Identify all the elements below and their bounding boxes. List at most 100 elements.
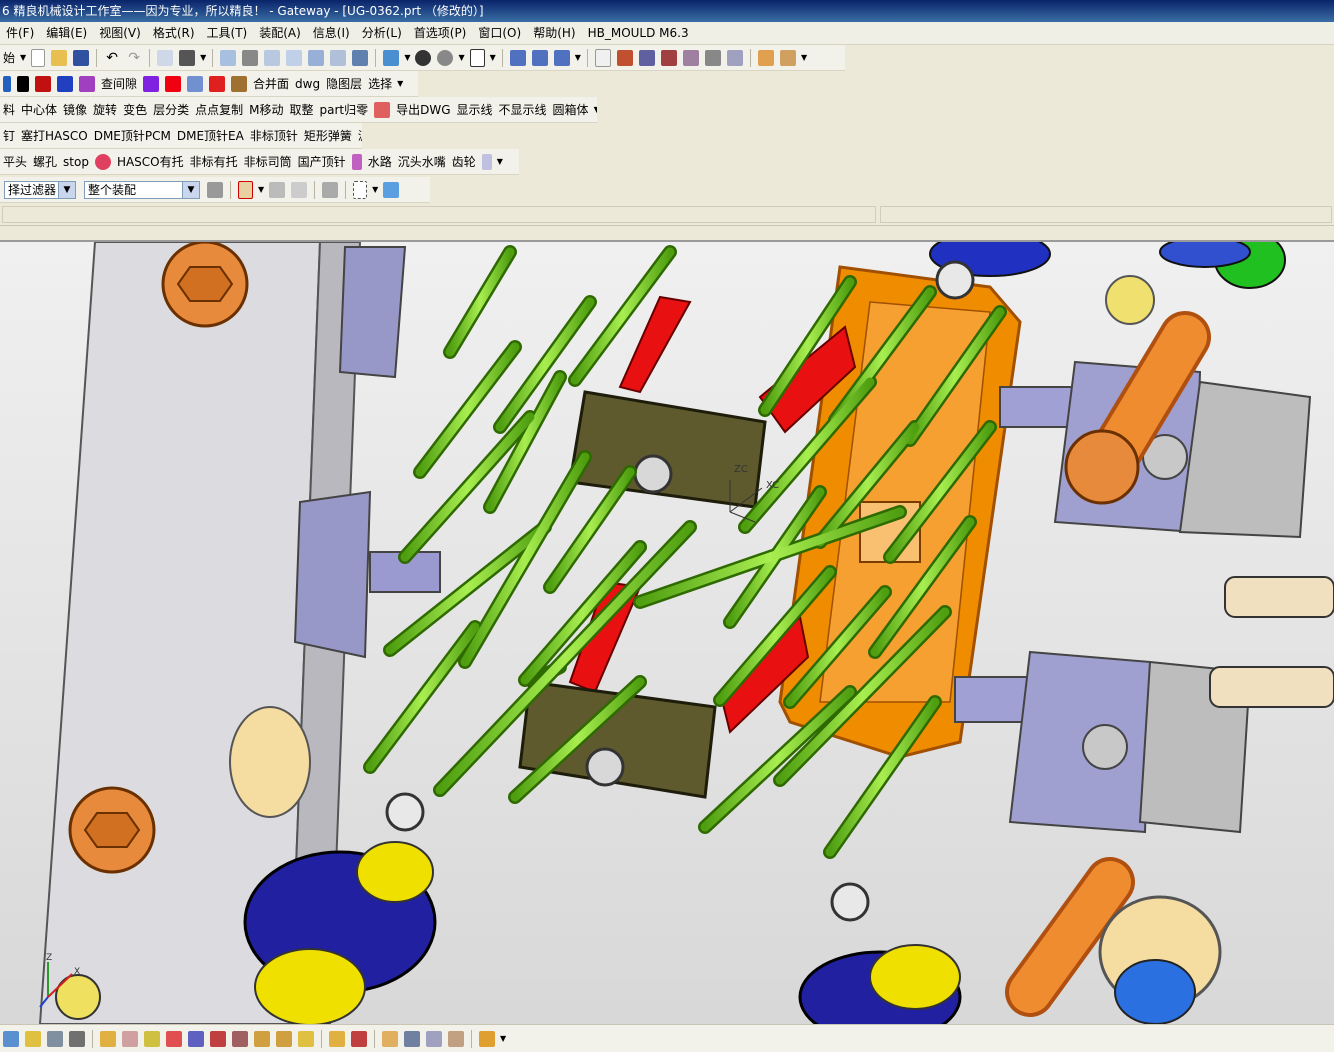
domestic-pin-button[interactable]: 国产顶针 bbox=[295, 153, 349, 170]
hasco-supported-button[interactable]: HASCO有托 bbox=[114, 153, 187, 170]
menu-view[interactable]: 视图(V) bbox=[93, 22, 147, 44]
color-change-button[interactable]: 变色 bbox=[120, 101, 150, 118]
mirror-assembly-icon[interactable] bbox=[254, 1030, 270, 1047]
menu-tools[interactable]: 工具(T) bbox=[201, 22, 254, 44]
fit-view-icon[interactable] bbox=[220, 49, 237, 66]
group-icon[interactable] bbox=[47, 1030, 63, 1047]
start-menu-button[interactable]: 始 bbox=[0, 49, 18, 66]
wireframe-icon[interactable] bbox=[3, 1030, 19, 1047]
edit-object-icon[interactable] bbox=[25, 1030, 41, 1047]
hide-layer-button[interactable]: 隐图层 bbox=[323, 75, 365, 92]
chevron-down-icon[interactable]: ▼ bbox=[801, 53, 807, 62]
snap-center-icon[interactable] bbox=[704, 49, 721, 66]
menu-format[interactable]: 格式(R) bbox=[147, 22, 201, 44]
chevron-down-icon[interactable]: ▼ bbox=[372, 185, 378, 194]
snap-quadrant-icon[interactable] bbox=[726, 49, 743, 66]
nonstandard-supported-button[interactable]: 非标有托 bbox=[187, 153, 241, 170]
open-folder-icon[interactable] bbox=[51, 49, 68, 66]
red-block-icon[interactable] bbox=[35, 75, 51, 92]
snap-point-icon[interactable] bbox=[594, 48, 611, 67]
chevron-down-icon[interactable]: ▼ bbox=[258, 185, 264, 194]
box-select-icon[interactable] bbox=[353, 180, 368, 199]
rotate-icon[interactable] bbox=[308, 49, 325, 66]
array-icon[interactable] bbox=[232, 1030, 248, 1047]
shaded-sphere-icon[interactable] bbox=[415, 49, 432, 66]
wcs-rotate-icon[interactable] bbox=[553, 49, 570, 66]
water-nozzle-button[interactable]: 沉头水嘴 bbox=[395, 153, 449, 170]
menu-info[interactable]: 信息(I) bbox=[307, 22, 356, 44]
properties-icon[interactable] bbox=[426, 1030, 442, 1047]
snap-control-icon[interactable] bbox=[660, 49, 677, 66]
hide-lines-button[interactable]: 不显示线 bbox=[496, 101, 550, 118]
redo-icon[interactable]: ↷ bbox=[126, 50, 142, 66]
menu-window[interactable]: 窗口(O) bbox=[472, 22, 527, 44]
layer-classify-button[interactable]: 层分类 bbox=[150, 101, 192, 118]
assembly-icon[interactable] bbox=[100, 1030, 116, 1047]
constraint-icon[interactable] bbox=[144, 1030, 160, 1047]
general-select-icon[interactable] bbox=[238, 180, 253, 199]
component-icon[interactable] bbox=[122, 1030, 138, 1047]
show-lines-button[interactable]: 显示线 bbox=[454, 101, 496, 118]
rotate-button[interactable]: 旋转 bbox=[90, 101, 120, 118]
select-body-icon[interactable] bbox=[291, 181, 308, 198]
view-cube-icon[interactable] bbox=[383, 49, 400, 66]
round-box-button[interactable]: 圆箱体 bbox=[550, 101, 592, 118]
export-dwg-button[interactable]: 导出DWG bbox=[393, 101, 453, 118]
select-button[interactable]: 选择 bbox=[365, 75, 395, 92]
blue-block-icon[interactable] bbox=[57, 75, 73, 92]
select-face-icon[interactable] bbox=[322, 181, 339, 198]
zoom-in-out-icon[interactable] bbox=[286, 49, 303, 66]
zoom-icon[interactable] bbox=[264, 49, 281, 66]
snap-mid-icon[interactable] bbox=[638, 49, 655, 66]
select-feature-icon[interactable] bbox=[269, 181, 286, 198]
pan-icon[interactable] bbox=[330, 49, 347, 66]
delete-tool-icon[interactable] bbox=[209, 75, 226, 92]
wcs-dynamic-icon[interactable] bbox=[531, 49, 548, 66]
menu-edit[interactable]: 编辑(E) bbox=[40, 22, 93, 44]
chevron-down-icon[interactable]: ▼ bbox=[397, 79, 403, 88]
nonstandard-sleeve-button[interactable]: 非标司筒 bbox=[241, 153, 295, 170]
menu-hb-mould[interactable]: HB_MOULD M6.3 bbox=[582, 22, 695, 44]
round-off-button[interactable]: 取整 bbox=[286, 101, 316, 118]
menu-analysis[interactable]: 分析(L) bbox=[356, 22, 408, 44]
document-icon[interactable] bbox=[404, 1030, 420, 1047]
wave-icon[interactable] bbox=[329, 1030, 345, 1047]
menu-assembly[interactable]: 装配(A) bbox=[253, 22, 307, 44]
type-filter-select[interactable]: 择过滤器 ▼ bbox=[4, 180, 76, 199]
chevron-down-icon[interactable]: ▼ bbox=[200, 53, 206, 62]
explode-icon[interactable] bbox=[276, 1030, 292, 1047]
save-icon[interactable] bbox=[73, 49, 90, 66]
flat-head-button[interactable]: 平头 bbox=[0, 153, 30, 170]
align-icon[interactable] bbox=[188, 1030, 204, 1047]
binoculars-icon[interactable] bbox=[179, 49, 196, 66]
gear-button[interactable]: 齿轮 bbox=[449, 153, 479, 170]
purple-color-icon[interactable] bbox=[143, 75, 160, 92]
dme-pin-ea-button[interactable]: DME顶针EA bbox=[174, 127, 247, 144]
stop-button[interactable]: stop bbox=[60, 155, 92, 169]
reposition-icon[interactable] bbox=[210, 1030, 226, 1047]
new-file-icon[interactable] bbox=[31, 48, 46, 67]
ejector-pin-button[interactable]: 钉 bbox=[0, 127, 18, 144]
dwg-button[interactable]: dwg bbox=[292, 77, 323, 91]
merge-face-icon[interactable] bbox=[231, 75, 248, 92]
list-icon[interactable] bbox=[448, 1030, 464, 1047]
hide-icon[interactable] bbox=[69, 1030, 85, 1047]
graphics-viewport[interactable]: ZC XC Z X bbox=[0, 240, 1334, 1024]
screw-hole-button[interactable]: 螺孔 bbox=[30, 153, 60, 170]
red-color-icon[interactable] bbox=[165, 75, 182, 92]
mate-icon[interactable] bbox=[166, 1030, 182, 1047]
chevron-down-icon[interactable]: ▼ bbox=[594, 105, 597, 114]
material-button[interactable]: 料 bbox=[0, 101, 18, 118]
rect-spring-button[interactable]: 矩形弹簧 bbox=[301, 127, 355, 144]
gear-icon[interactable] bbox=[481, 153, 492, 170]
scope-select[interactable]: 整个装配 ▼ bbox=[84, 180, 200, 199]
select-all-icon[interactable] bbox=[383, 181, 400, 198]
link-icon[interactable] bbox=[351, 1030, 367, 1047]
layer-icon[interactable] bbox=[3, 75, 11, 92]
move-button[interactable]: M移动 bbox=[246, 101, 286, 118]
analysis-icon[interactable] bbox=[779, 49, 796, 66]
background-color-icon[interactable] bbox=[469, 48, 485, 67]
menu-help[interactable]: 帮助(H) bbox=[527, 22, 581, 44]
i-beam-icon[interactable] bbox=[17, 75, 29, 92]
menu-file[interactable]: 件(F) bbox=[0, 22, 40, 44]
